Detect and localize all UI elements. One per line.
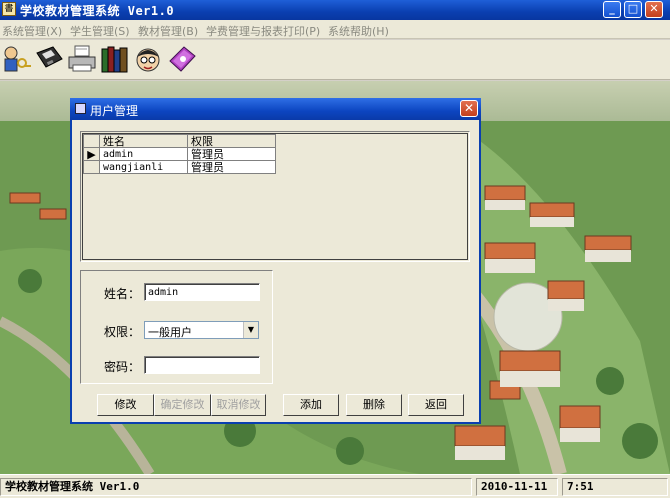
confirm-modify-button[interactable]: 确定修改 bbox=[154, 394, 211, 416]
current-row-arrow-icon: ▶ bbox=[83, 147, 100, 161]
menu-students[interactable]: 学生管理(S) bbox=[70, 23, 130, 39]
books-icon[interactable] bbox=[99, 43, 131, 75]
table-row[interactable]: ▶ admin 管理员 bbox=[83, 147, 276, 161]
printer-icon[interactable] bbox=[66, 43, 98, 75]
menu-help[interactable]: 系统帮助(H) bbox=[328, 23, 389, 39]
user-keys-icon[interactable] bbox=[0, 43, 32, 75]
cell-user-role[interactable]: 管理员 bbox=[187, 160, 276, 174]
cancel-modify-button[interactable]: 取消修改 bbox=[211, 394, 266, 416]
window-title: 学校教材管理系统 Ver1.0 bbox=[20, 4, 175, 18]
modify-button[interactable]: 修改 bbox=[97, 394, 154, 416]
toolbar bbox=[0, 40, 670, 80]
book-purple-icon[interactable] bbox=[166, 43, 198, 75]
status-app-name: 学校教材管理系统 Ver1.0 bbox=[0, 478, 472, 496]
status-bar: 学校教材管理系统 Ver1.0 2010-11-11 7:51 bbox=[0, 474, 670, 498]
cell-user-name[interactable]: wangjianli bbox=[99, 160, 188, 174]
role-select-value: 一般用户 bbox=[148, 326, 192, 339]
dialog-close-button[interactable]: ✕ bbox=[460, 100, 478, 117]
password-label: 密码： bbox=[104, 360, 141, 374]
user-table: 姓名 权限 ▶ admin 管理员 wangjianli 管理员 bbox=[83, 134, 276, 174]
name-field[interactable]: admin bbox=[144, 283, 260, 301]
table-row[interactable]: wangjianli 管理员 bbox=[83, 160, 276, 174]
dialog-title-bar[interactable]: 用户管理 ✕ bbox=[70, 98, 481, 120]
delete-button[interactable]: 删除 bbox=[346, 394, 402, 416]
dialog-window-icon bbox=[75, 103, 86, 114]
maximize-button[interactable]: □ bbox=[624, 1, 642, 18]
cell-user-role[interactable]: 管理员 bbox=[187, 147, 276, 161]
column-header-role[interactable]: 权限 bbox=[187, 134, 276, 148]
chevron-down-icon[interactable]: ▼ bbox=[243, 322, 258, 338]
add-button[interactable]: 添加 bbox=[283, 394, 339, 416]
status-date: 2010-11-11 bbox=[476, 478, 558, 496]
column-header-name[interactable]: 姓名 bbox=[99, 134, 188, 148]
main-title-bar: 書 学校教材管理系统 Ver1.0 _ □ ✕ bbox=[0, 0, 670, 20]
cell-user-name[interactable]: admin bbox=[99, 147, 188, 161]
menu-fees-reports[interactable]: 学费管理与报表打印(P) bbox=[206, 23, 320, 39]
table-header-row: 姓名 权限 bbox=[83, 134, 276, 148]
close-button[interactable]: ✕ bbox=[645, 1, 663, 18]
floppy-disk-icon[interactable] bbox=[33, 43, 65, 75]
menu-system[interactable]: 系统管理(X) bbox=[2, 23, 62, 39]
password-field[interactable] bbox=[144, 356, 260, 374]
back-button[interactable]: 返回 bbox=[408, 394, 464, 416]
dialog-title: 用户管理 bbox=[90, 104, 139, 118]
app-icon[interactable]: 書 bbox=[2, 2, 16, 16]
row-indicator bbox=[83, 160, 100, 174]
status-time: 7:51 bbox=[562, 478, 668, 496]
minimize-button[interactable]: _ bbox=[603, 1, 621, 18]
student-face-icon[interactable] bbox=[132, 43, 164, 75]
row-indicator-header bbox=[83, 134, 100, 148]
role-label: 权限： bbox=[104, 325, 141, 339]
user-edit-form: 姓名： admin 权限： 一般用户 ▼ 密码： bbox=[80, 270, 273, 384]
menu-bar: 系统管理(X) 学生管理(S) 教材管理(B) 学费管理与报表打印(P) 系统帮… bbox=[0, 20, 670, 39]
role-select[interactable]: 一般用户 ▼ bbox=[144, 321, 259, 339]
user-management-dialog: 用户管理 ✕ 姓名 权限 ▶ admin 管理员 wangjianli 管理员 bbox=[70, 98, 481, 424]
user-grid[interactable]: 姓名 权限 ▶ admin 管理员 wangjianli 管理员 bbox=[80, 131, 470, 262]
menu-textbooks[interactable]: 教材管理(B) bbox=[138, 23, 198, 39]
name-label: 姓名： bbox=[104, 287, 141, 301]
